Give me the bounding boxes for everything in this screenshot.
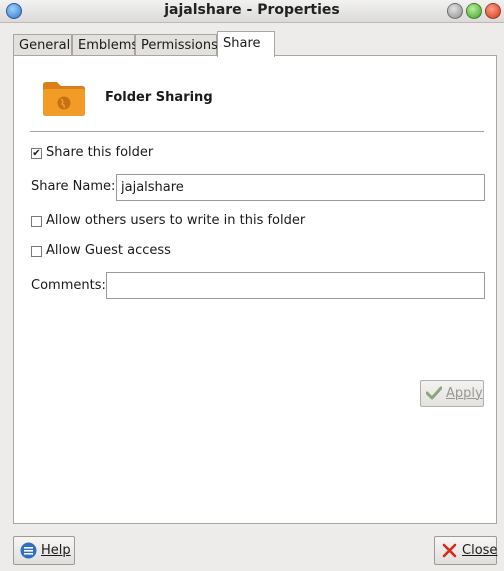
share-panel: Folder Sharing ✔ Share this folder Share… [13,55,497,524]
close-icon [442,543,457,558]
close-label: Close [462,543,498,558]
comments-label: Comments: [31,278,106,293]
share-name-input[interactable] [116,174,485,201]
help-button[interactable]: Help [13,536,75,565]
tab-general-label: General [19,38,71,53]
apply-label: Apply [446,386,483,401]
tab-emblems[interactable]: Emblems [72,34,139,56]
comments-input[interactable] [106,272,485,299]
tab-permissions-label: Permissions [141,38,218,53]
share-name-label: Share Name: [31,179,116,194]
apply-button[interactable]: Apply [420,380,484,407]
help-icon [20,542,37,559]
tab-share[interactable]: Share [217,31,275,57]
window-close-button[interactable] [485,3,501,19]
allow-write-checkbox[interactable] [31,216,42,227]
tab-general[interactable]: General [13,34,72,56]
tab-permissions[interactable]: Permissions [135,34,218,56]
window-title: jajalshare - Properties [164,2,340,18]
help-label: Help [41,543,71,558]
share-folder-label[interactable]: Share this folder [46,145,153,160]
maximize-button[interactable] [466,3,482,19]
share-folder-checkbox[interactable]: ✔ [31,148,42,159]
folder-share-icon [43,82,85,116]
allow-guest-checkbox[interactable] [31,246,42,257]
separator [30,131,484,132]
close-button[interactable]: Close [434,536,497,565]
tab-emblems-label: Emblems [78,38,139,53]
check-icon [426,386,442,400]
folder-sharing-heading: Folder Sharing [105,90,213,105]
allow-write-label[interactable]: Allow others users to write in this fold… [46,213,305,228]
tab-share-label: Share [223,36,261,51]
title-bar[interactable]: jajalshare - Properties [0,0,504,23]
minimize-button[interactable] [447,3,463,19]
allow-guest-label[interactable]: Allow Guest access [46,243,171,258]
